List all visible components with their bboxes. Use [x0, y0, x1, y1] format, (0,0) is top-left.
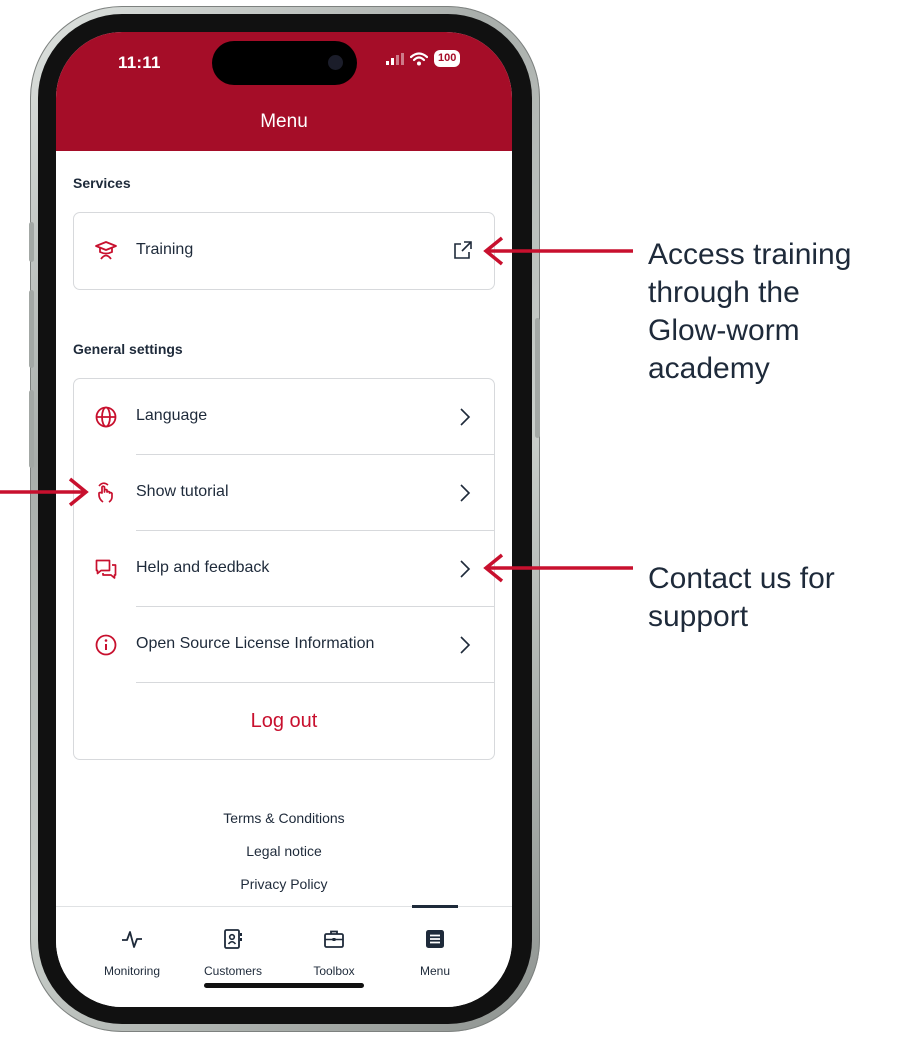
training-arrow: [483, 236, 633, 266]
support-annotation: Contact us for support: [648, 560, 835, 636]
annotation-line: support: [648, 600, 749, 633]
annotation-line: academy: [648, 352, 770, 385]
training-annotation: Access training through the Glow-worm ac…: [648, 236, 851, 388]
annotation-line: Contact us for: [648, 562, 835, 595]
annotation-line: Access training: [648, 238, 852, 271]
annotation-arrows: [0, 236, 633, 583]
annotation-line: through the: [648, 276, 800, 309]
tutorial-arrow: [0, 477, 89, 507]
support-arrow: [483, 553, 633, 583]
annotation-line: Glow-worm: [648, 314, 800, 347]
